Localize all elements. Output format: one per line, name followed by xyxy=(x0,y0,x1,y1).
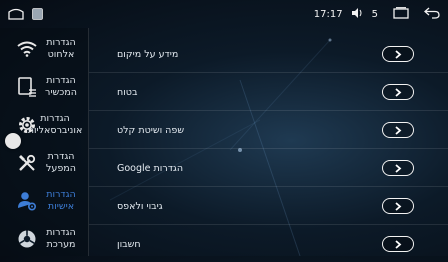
back-icon[interactable] xyxy=(424,7,440,22)
wifi-icon xyxy=(16,38,38,60)
chevron-right-icon xyxy=(395,239,402,249)
row-open-button[interactable] xyxy=(382,84,414,100)
settings-list: מידע על מיקום בטוח שפה ושיטת קלט הגדרות … xyxy=(89,28,448,256)
sidebar-item-label: הגדרות המכשיר xyxy=(45,75,77,98)
chevron-right-icon xyxy=(395,163,402,173)
chevron-right-icon xyxy=(395,87,402,97)
row-label: הגדרות Google xyxy=(117,162,184,174)
status-bar: 17:17 5 xyxy=(0,0,448,28)
settings-row-google[interactable]: הגדרות Google xyxy=(89,150,448,187)
app-thumbnail-icon[interactable] xyxy=(32,5,43,24)
device-icon xyxy=(16,76,38,98)
settings-row-location[interactable]: מידע על מיקום xyxy=(89,36,448,73)
row-label: בטוח xyxy=(117,86,138,98)
volume-level: 5 xyxy=(371,8,378,20)
sidebar-item-label: הגדרות אוניברסאליות xyxy=(27,113,83,136)
row-label: מידע על מיקום xyxy=(117,48,179,60)
recent-apps-icon[interactable] xyxy=(393,6,409,22)
chevron-right-icon xyxy=(395,49,402,59)
settings-row-security[interactable]: בטוח xyxy=(89,74,448,111)
sidebar-item-wireless[interactable]: הגדרות אלחוט xyxy=(0,30,88,68)
sidebar-item-factory[interactable]: הגדרת המפעל xyxy=(0,144,88,182)
row-label: גיבוי ולאפס xyxy=(117,200,163,212)
sidebar-item-system[interactable]: הגדרות מערכת xyxy=(0,220,88,258)
floating-assist-button[interactable] xyxy=(5,133,21,149)
sidebar-item-label: הגדרת המפעל xyxy=(46,151,76,174)
chevron-right-icon xyxy=(395,125,402,135)
sidebar-item-label: הגדרות אלחוט xyxy=(46,37,76,60)
person-settings-icon xyxy=(16,190,38,212)
tools-icon xyxy=(16,152,38,174)
row-label: חשבון xyxy=(117,238,141,250)
volume-icon[interactable] xyxy=(351,7,363,21)
row-label: שפה ושיטת קלט xyxy=(117,124,185,136)
home-icon[interactable] xyxy=(8,5,24,24)
settings-row-language[interactable]: שפה ושיטת קלט xyxy=(89,112,448,149)
sidebar-item-device[interactable]: הגדרות המכשיר xyxy=(0,68,88,106)
row-open-button[interactable] xyxy=(382,46,414,62)
clock: 17:17 xyxy=(313,8,343,20)
settings-row-account[interactable]: חשבון xyxy=(89,226,448,262)
settings-row-backup-reset[interactable]: גיבוי ולאפס xyxy=(89,188,448,225)
row-open-button[interactable] xyxy=(382,160,414,176)
row-open-button[interactable] xyxy=(382,236,414,252)
sidebar-item-personal[interactable]: הגדרות אישיות xyxy=(0,182,88,220)
sidebar-item-label: הגדרות מערכת xyxy=(46,227,76,250)
row-open-button[interactable] xyxy=(382,122,414,138)
sidebar-item-label: הגדרות אישיות xyxy=(46,189,76,212)
system-icon xyxy=(16,228,38,250)
chevron-right-icon xyxy=(395,201,402,211)
row-open-button[interactable] xyxy=(382,198,414,214)
